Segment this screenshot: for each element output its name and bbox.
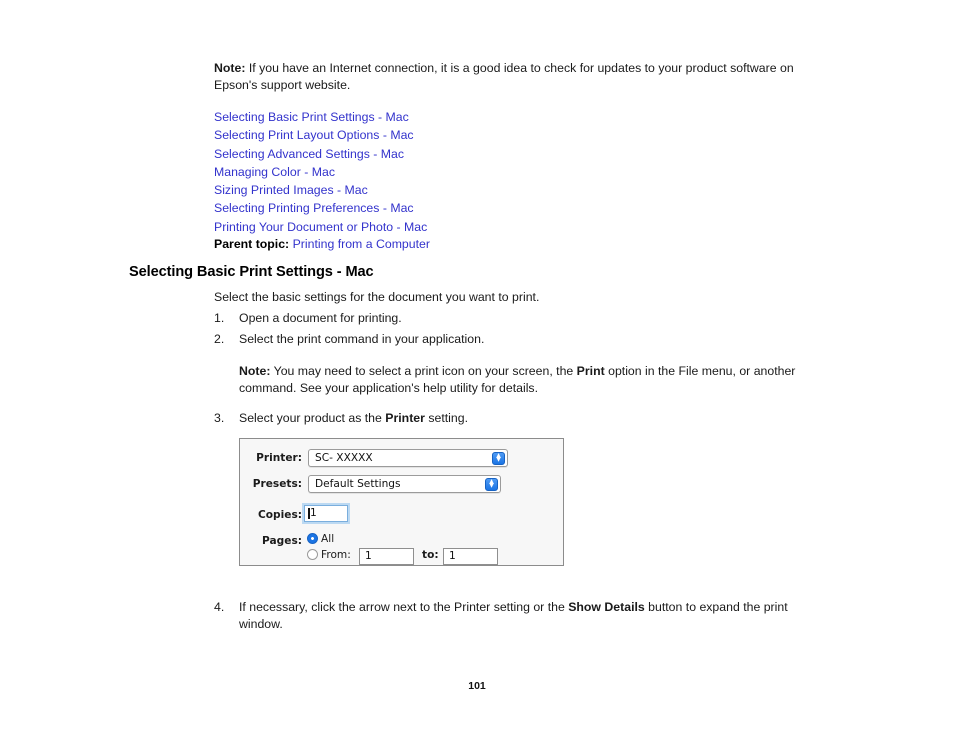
link-selecting-advanced-settings[interactable]: Selecting Advanced Settings - Mac bbox=[214, 145, 774, 163]
step-item-2: 2. Select the print command in your appl… bbox=[214, 331, 814, 348]
step-note-bold-print: Print bbox=[576, 364, 605, 378]
chevron-down-icon: ▼ bbox=[496, 456, 501, 463]
step-3-text-before: Select your product as the bbox=[239, 411, 386, 425]
pages-from-input[interactable]: 1 bbox=[359, 548, 414, 565]
document-page: Note: If you have an Internet connection… bbox=[0, 0, 954, 738]
step-text-4: If necessary, click the arrow next to th… bbox=[239, 599, 814, 632]
step-number-3: 3. bbox=[214, 411, 225, 425]
parent-topic-label: Parent topic: bbox=[214, 237, 290, 251]
pages-to-value: 1 bbox=[449, 550, 456, 562]
printer-label-box: Printer: bbox=[240, 449, 302, 467]
section-intro-text: Select the basic settings for the docume… bbox=[214, 290, 540, 304]
link-managing-color[interactable]: Managing Color - Mac bbox=[214, 163, 774, 181]
step-4-bold-show-details: Show Details bbox=[568, 600, 645, 614]
step-text-1: Open a document for printing. bbox=[239, 311, 402, 325]
copies-label: Copies: bbox=[258, 509, 302, 521]
printer-value: SC- XXXXX bbox=[315, 452, 373, 464]
presets-value: Default Settings bbox=[315, 478, 401, 490]
presets-label: Presets: bbox=[252, 478, 302, 490]
link-sizing-printed-images[interactable]: Sizing Printed Images - Mac bbox=[214, 181, 774, 199]
step-number-2: 2. bbox=[214, 332, 225, 346]
presets-row: Presets: Default Settings ▲ ▼ bbox=[240, 475, 563, 497]
pages-to-input[interactable]: 1 bbox=[443, 548, 498, 565]
intro-note: Note: If you have an Internet connection… bbox=[214, 60, 818, 93]
parent-topic: Parent topic: Printing from a Computer bbox=[214, 236, 430, 252]
presets-select[interactable]: Default Settings ▲ ▼ bbox=[308, 475, 501, 493]
pages-row: Pages: All From: 1 to: 1 bbox=[240, 532, 563, 566]
step-note-label: Note: bbox=[239, 364, 271, 378]
step-number-4: 4. bbox=[214, 600, 225, 614]
step-item-4: 4. If necessary, click the arrow next to… bbox=[214, 599, 814, 632]
copies-input[interactable]: 1 bbox=[304, 505, 348, 522]
step-note-text-before: You may need to select a print icon on y… bbox=[270, 364, 577, 378]
link-printing-your-document-or-photo[interactable]: Printing Your Document or Photo - Mac bbox=[214, 218, 774, 236]
print-dialog-figure: Printer: SC- XXXXX ▲ ▼ Presets: Default … bbox=[239, 438, 564, 566]
pages-from-label: From: bbox=[321, 549, 351, 561]
link-selecting-printing-preferences[interactable]: Selecting Printing Preferences - Mac bbox=[214, 199, 774, 217]
chevron-up-down-icon[interactable]: ▲ ▼ bbox=[485, 477, 498, 491]
step-text-2: Select the print command in your applica… bbox=[239, 332, 485, 346]
step-item-3: 3. Select your product as the Printer se… bbox=[214, 410, 814, 427]
printer-label: Printer: bbox=[256, 452, 302, 464]
link-selecting-print-layout-options[interactable]: Selecting Print Layout Options - Mac bbox=[214, 126, 774, 144]
presets-label-box: Presets: bbox=[240, 475, 302, 493]
step-number-1: 1. bbox=[214, 311, 225, 325]
copies-value: 1 bbox=[310, 507, 317, 519]
intro-note-text: If you have an Internet connection, it i… bbox=[214, 61, 794, 92]
intro-note-label: Note: bbox=[214, 61, 246, 75]
page-title: Selecting Basic Print Settings - Mac bbox=[129, 264, 374, 280]
step-item-1: 1. Open a document for printing. bbox=[214, 310, 814, 327]
step-4-text-before: If necessary, click the arrow next to th… bbox=[239, 600, 569, 614]
step-3-text-after: setting. bbox=[424, 411, 468, 425]
printer-row: Printer: SC- XXXXX ▲ ▼ bbox=[240, 449, 563, 471]
radio-unselected-icon bbox=[307, 549, 318, 560]
parent-topic-link[interactable]: Printing from a Computer bbox=[293, 237, 430, 251]
step-note: Note: You may need to select a print ico… bbox=[239, 363, 819, 396]
chevron-up-down-icon[interactable]: ▲ ▼ bbox=[492, 451, 505, 465]
pages-from-value: 1 bbox=[365, 550, 372, 562]
related-links-list: Selecting Basic Print Settings - Mac Sel… bbox=[214, 108, 774, 236]
copies-label-box: Copies: bbox=[240, 506, 302, 524]
page-number: 101 bbox=[468, 680, 486, 692]
radio-selected-icon bbox=[307, 533, 318, 544]
chevron-down-icon: ▼ bbox=[489, 482, 494, 489]
link-selecting-basic-print-settings[interactable]: Selecting Basic Print Settings - Mac bbox=[214, 108, 774, 126]
pages-to-label: to: bbox=[422, 549, 439, 561]
copies-row: Copies: 1 bbox=[240, 505, 563, 528]
pages-label: Pages: bbox=[262, 535, 302, 547]
pages-label-box: Pages: bbox=[240, 532, 302, 550]
pages-all-label: All bbox=[321, 533, 335, 545]
printer-select[interactable]: SC- XXXXX ▲ ▼ bbox=[308, 449, 508, 467]
step-3-bold-printer: Printer bbox=[385, 411, 425, 425]
step-text-3: Select your product as the Printer setti… bbox=[239, 410, 814, 427]
